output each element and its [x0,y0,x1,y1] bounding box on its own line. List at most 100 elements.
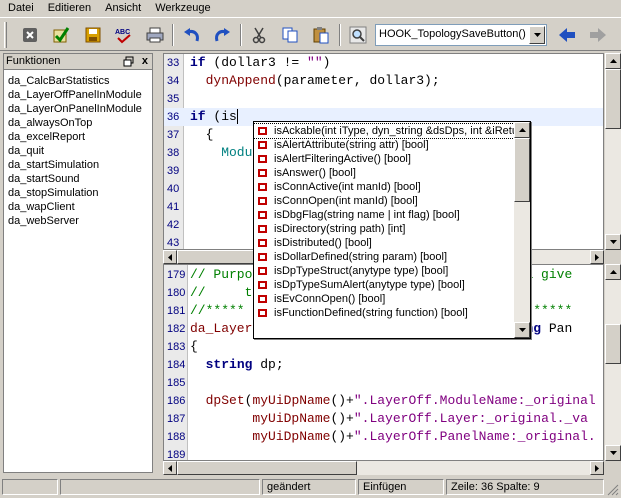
function-icon [258,197,267,205]
scroll-up-icon[interactable] [514,122,530,138]
autocomplete-item[interactable]: isEvConnOpen() [bool] [254,292,514,306]
list-item[interactable]: da_startSound [4,172,152,186]
function-select-value: HOOK_TopologySaveButton() [379,28,526,40]
autocomplete-item[interactable]: isAlertFilteringActive() [bool] [254,152,514,166]
text-caret [236,109,238,124]
menu-editieren[interactable]: Editieren [40,0,97,16]
autocomplete-label: isDistributed() [bool] [274,237,372,249]
list-item[interactable]: da_stopSimulation [4,186,152,200]
code-text: { [190,339,198,354]
menu-ansicht[interactable]: Ansicht [97,0,147,16]
forward-button[interactable] [587,24,609,46]
magnifier-icon [349,26,367,44]
undo-button[interactable] [181,24,203,46]
string-literal: ".LayerOff.Layer:_original._va [353,411,588,426]
line-number: 35 [167,93,180,105]
autocomplete-item[interactable]: isConnOpen(int manId) [bool] [254,194,514,208]
close-file-button[interactable] [19,24,41,46]
redo-icon [215,28,230,42]
autocomplete-popup[interactable]: isAckable(int iType, dyn_string &dsDps, … [253,121,531,339]
scroll-right-icon[interactable] [590,461,604,475]
check-button[interactable] [50,24,72,46]
autocomplete-item[interactable]: isDpTypeSumAlert(anytype type) [bool] [254,278,514,292]
scroll-left-icon[interactable] [163,461,177,475]
undock-icon[interactable] [123,56,134,67]
function-name: da_Layer [190,321,253,336]
back-button[interactable] [556,24,578,46]
scrollbar-thumb[interactable] [605,69,621,129]
function-icon [258,239,267,247]
scrollbar-thumb[interactable] [177,461,357,475]
scroll-up-icon[interactable] [605,53,621,69]
scroll-left-icon[interactable] [163,250,177,264]
autocomplete-item[interactable]: isDbgFlag(string name | int flag) [bool] [254,208,514,222]
scroll-down-icon[interactable] [605,445,621,461]
copy-button[interactable] [279,24,301,46]
line-number: 41 [167,201,180,213]
list-item[interactable]: da_quit [4,144,152,158]
autocomplete-item[interactable]: isDollarDefined(string param) [bool] [254,250,514,264]
editor-bottom-vertical-scrollbar[interactable] [605,264,621,461]
list-item[interactable]: da_excelReport [4,130,152,144]
menu-werkzeuge[interactable]: Werkzeuge [147,0,216,16]
function-call: myUiDpName [252,411,331,426]
functions-list: da_CalcBarStatistics da_LayerOffPanelInM… [4,70,152,228]
code-line: 183 { [164,338,603,356]
code-text: string dp; [205,357,284,372]
menu-datei[interactable]: Datei [0,0,40,16]
scroll-down-icon[interactable] [605,234,621,250]
scroll-right-icon[interactable] [590,250,604,264]
autocomplete-scrollbar[interactable] [514,122,530,338]
toolbar-grip[interactable] [4,22,7,48]
check-icon [53,27,70,43]
string-literal: ".LayerOff.PanelName:_original. [353,429,596,444]
autocomplete-item[interactable]: isConnActive(int manId) [bool] [254,180,514,194]
scrollbar-thumb[interactable] [605,324,621,364]
code-line: 35 [164,90,603,108]
autocomplete-item[interactable]: isAlertAttribute(string attr) [bool] [254,138,514,152]
cut-button[interactable] [248,24,270,46]
code-text: if (is [190,109,238,124]
redo-button[interactable] [211,24,233,46]
save-button[interactable] [82,24,104,46]
code-line: 185 [164,374,603,392]
line-number: 36 [167,111,180,123]
print-button[interactable] [144,24,166,46]
close-icon[interactable]: x [142,55,148,68]
scrollbar-thumb[interactable] [514,138,530,202]
scroll-down-icon[interactable] [514,322,530,338]
status-bar: geändert Einfügen Zeile: 36 Spalte: 9 [0,477,621,498]
list-item[interactable]: da_startSimulation [4,158,152,172]
list-item[interactable]: da_LayerOffPanelInModule [4,88,152,102]
autocomplete-item[interactable]: isDpTypeStruct(anytype type) [bool] [254,264,514,278]
autocomplete-item[interactable]: isAnswer() [bool] [254,166,514,180]
functions-panel-header: Funktionen x [4,54,152,70]
autocomplete-item[interactable]: isAckable(int iType, dyn_string &dsDps, … [254,123,518,139]
find-button[interactable] [347,24,369,46]
list-item[interactable]: da_alwaysOnTop [4,116,152,130]
autocomplete-label: isAckable(int iType, dyn_string &dsDps, … [274,125,518,137]
spellcheck-button[interactable]: ABC [113,24,135,46]
resize-grip-icon[interactable] [606,483,619,496]
chevron-down-icon[interactable] [529,26,545,44]
list-item[interactable]: da_CalcBarStatistics [4,74,152,88]
editor-bottom-horizontal-scrollbar[interactable] [163,461,604,475]
autocomplete-label: isDpTypeSumAlert(anytype type) [bool] [274,279,465,291]
autocomplete-item[interactable]: isFunctionDefined(string function) [bool… [254,306,514,320]
list-item[interactable]: da_webServer [4,214,152,228]
autocomplete-item[interactable]: isDistributed() [bool] [254,236,514,250]
printer-icon [146,27,164,43]
status-modified: geändert [262,479,356,495]
editor-top-vertical-scrollbar[interactable] [605,53,621,250]
functions-panel-title: Funktionen [6,55,61,67]
autocomplete-item[interactable]: isDirectory(string path) [int] [254,222,514,236]
paste-button[interactable] [310,24,332,46]
keyword: string [205,357,253,372]
list-item[interactable]: da_LayerOnPanelInModule [4,102,152,116]
line-number: 33 [167,57,180,69]
status-cursor-position: Zeile: 36 Spalte: 9 [446,479,604,495]
list-item[interactable]: da_wapClient [4,200,152,214]
function-select[interactable]: HOOK_TopologySaveButton() [375,24,547,46]
function-icon [258,141,267,149]
scroll-up-icon[interactable] [605,264,621,280]
